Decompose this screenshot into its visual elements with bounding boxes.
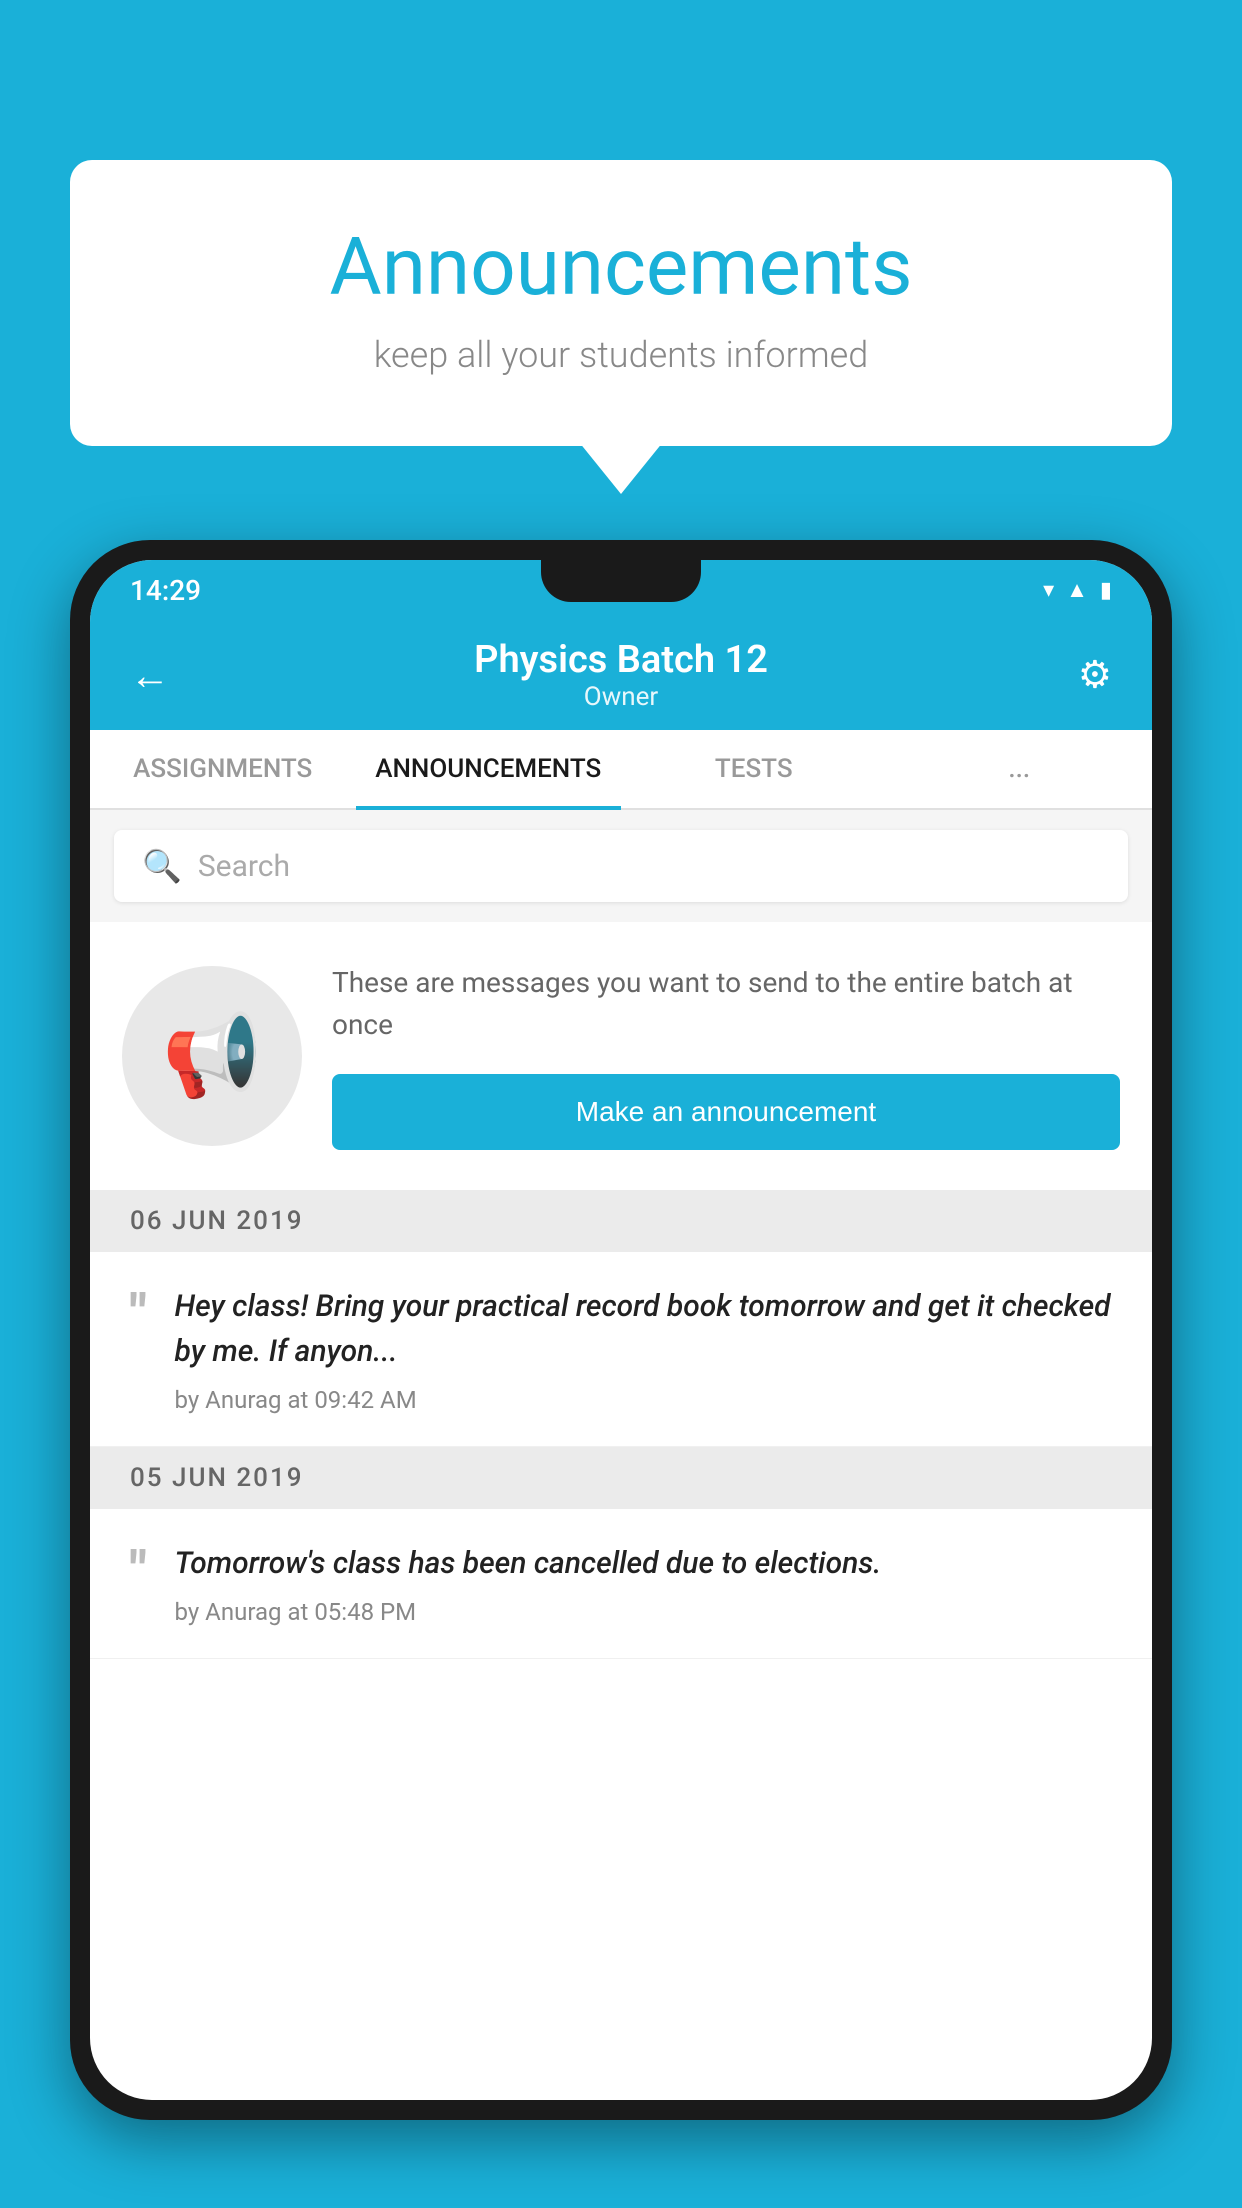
app-bar-title-container: Physics Batch 12 Owner	[474, 638, 768, 712]
speech-bubble: Announcements keep all your students inf…	[70, 160, 1172, 446]
app-bar-subtitle: Owner	[474, 682, 768, 712]
phone-screen: 14:29 ▾ ▲ ▮ ← Physics Batch 12 Owner ⚙	[90, 560, 1152, 2100]
settings-icon[interactable]: ⚙	[1078, 653, 1112, 698]
back-button[interactable]: ←	[130, 652, 170, 699]
promo-description: These are messages you want to send to t…	[332, 962, 1120, 1046]
search-icon: 🔍	[142, 847, 182, 885]
announcement-meta-1: by Anurag at 09:42 AM	[175, 1386, 1112, 1414]
search-input[interactable]: Search	[198, 849, 290, 884]
status-time: 14:29	[130, 574, 201, 607]
announcement-content-2: Tomorrow's class has been cancelled due …	[175, 1541, 1112, 1626]
announcement-item-2[interactable]: " Tomorrow's class has been cancelled du…	[90, 1509, 1152, 1659]
announcement-item-1[interactable]: " Hey class! Bring your practical record…	[90, 1252, 1152, 1447]
announcement-meta-2: by Anurag at 05:48 PM	[175, 1598, 1112, 1626]
date-separator-1: 06 JUN 2019	[90, 1190, 1152, 1252]
make-announcement-button[interactable]: Make an announcement	[332, 1074, 1120, 1150]
speech-bubble-title: Announcements	[150, 220, 1092, 314]
search-container: 🔍 Search	[90, 810, 1152, 922]
tab-more[interactable]: ...	[887, 730, 1153, 808]
tab-announcements[interactable]: ANNOUNCEMENTS	[356, 730, 622, 808]
announcement-content-1: Hey class! Bring your practical record b…	[175, 1284, 1112, 1414]
quote-icon-2: "	[130, 1545, 147, 1626]
app-bar-title: Physics Batch 12	[474, 638, 768, 682]
megaphone-circle: 📢	[122, 966, 302, 1146]
promo-content: These are messages you want to send to t…	[332, 962, 1120, 1150]
announcement-promo: 📢 These are messages you want to send to…	[90, 922, 1152, 1190]
quote-icon-1: "	[130, 1288, 147, 1414]
app-bar: ← Physics Batch 12 Owner ⚙	[90, 620, 1152, 730]
megaphone-icon: 📢	[162, 1009, 262, 1103]
search-bar[interactable]: 🔍 Search	[114, 830, 1128, 902]
speech-bubble-section: Announcements keep all your students inf…	[70, 160, 1172, 446]
battery-icon: ▮	[1100, 578, 1112, 603]
announcement-text-1: Hey class! Bring your practical record b…	[175, 1284, 1112, 1374]
tab-assignments[interactable]: ASSIGNMENTS	[90, 730, 356, 808]
wifi-icon: ▾	[1043, 578, 1054, 603]
announcement-text-2: Tomorrow's class has been cancelled due …	[175, 1541, 1112, 1586]
date-separator-2: 05 JUN 2019	[90, 1447, 1152, 1509]
speech-bubble-subtitle: keep all your students informed	[150, 334, 1092, 376]
status-icons: ▾ ▲ ▮	[1043, 577, 1112, 603]
phone-notch	[541, 560, 701, 602]
tabs-bar: ASSIGNMENTS ANNOUNCEMENTS TESTS ...	[90, 730, 1152, 810]
phone-outer: 14:29 ▾ ▲ ▮ ← Physics Batch 12 Owner ⚙	[70, 540, 1172, 2120]
tab-tests[interactable]: TESTS	[621, 730, 887, 808]
phone-mockup: 14:29 ▾ ▲ ▮ ← Physics Batch 12 Owner ⚙	[70, 540, 1172, 2208]
signal-icon: ▲	[1066, 577, 1088, 603]
